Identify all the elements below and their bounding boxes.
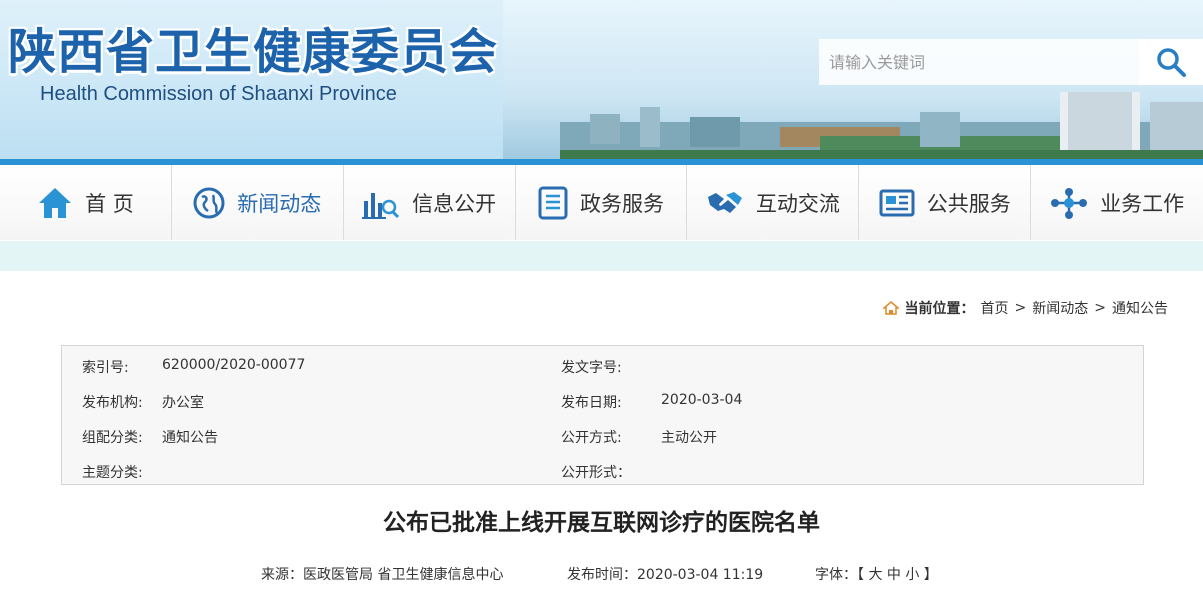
nav-item-info[interactable]: 信息公开 bbox=[343, 165, 516, 240]
topic-label: 主题分类: bbox=[82, 465, 143, 481]
nav-item-services[interactable]: 政务服务 bbox=[515, 165, 688, 240]
nav-item-label: 公共服务 bbox=[926, 191, 1011, 216]
open-mode-label: 公开方式: bbox=[561, 430, 622, 446]
article-publish-time: 发布时间：2020-03-04 11:19 bbox=[567, 567, 764, 583]
nav-item-interaction[interactable]: 互动交流 bbox=[687, 165, 860, 240]
font-size-selector[interactable]: 字体：【 大 中 小 】 bbox=[815, 564, 938, 584]
nav-item-label: 政务服务 bbox=[580, 191, 664, 216]
handshake-icon bbox=[707, 191, 742, 213]
nav-item-news[interactable]: 新闻动态 bbox=[171, 165, 344, 240]
breadcrumb: 当前位置： 首页 > 新闻动态 > 通知公告 bbox=[882, 298, 1168, 318]
nav-item-work[interactable]: 业务工作 bbox=[1031, 165, 1203, 240]
breadcrumb-separator: > bbox=[1014, 300, 1027, 316]
home-icon bbox=[882, 301, 899, 315]
newspaper-icon bbox=[879, 189, 915, 216]
nav-item-label: 互动交流 bbox=[755, 191, 840, 216]
index-value: 620000/2020-00077 bbox=[162, 357, 306, 373]
nav-item-label: 新闻动态 bbox=[237, 191, 322, 216]
breadcrumb-news-link[interactable]: 新闻动态 bbox=[1032, 298, 1088, 318]
site-header: 陕西省卫生健康委员会 Health Commission of Shaanxi … bbox=[0, 0, 1203, 162]
section-divider-band bbox=[0, 241, 1203, 271]
nav-item-label: 信息公开 bbox=[412, 191, 497, 216]
nav-item-public[interactable]: 公共服务 bbox=[859, 165, 1032, 240]
chart-search-icon bbox=[362, 192, 400, 219]
meta-row: 组配分类: 通知公告 公开方式: 主动公开 bbox=[62, 418, 1145, 453]
city-skyline-image bbox=[560, 92, 1203, 162]
org-label: 发布机构: bbox=[82, 395, 143, 411]
date-value: 2020-03-04 bbox=[661, 392, 743, 408]
document-meta-table: 索引号: 620000/2020-00077 发文字号: 发布机构: 办公室 发… bbox=[61, 345, 1144, 485]
home-icon bbox=[39, 187, 72, 218]
doc-number-label: 发文字号: bbox=[561, 360, 622, 376]
category-value: 通知公告 bbox=[162, 430, 218, 446]
globe-icon bbox=[193, 187, 225, 218]
date-label: 发布日期: bbox=[561, 395, 622, 411]
open-mode-value: 主动公开 bbox=[661, 430, 717, 446]
search-button[interactable] bbox=[1139, 39, 1203, 85]
nav-item-label: 业务工作 bbox=[1100, 191, 1185, 216]
site-subtitle: Health Commission of Shaanxi Province bbox=[40, 83, 397, 105]
article-meta: 来源：医政医管局 省卫生健康信息中心 发布时间：2020-03-04 11:19… bbox=[0, 564, 1203, 584]
meta-row: 主题分类: 公开形式： bbox=[62, 453, 1145, 488]
nav-item-label: 首 页 bbox=[85, 191, 134, 216]
nav-item-home[interactable]: 首 页 bbox=[0, 165, 172, 240]
category-label: 组配分类: bbox=[82, 430, 143, 446]
open-form-label: 公开形式： bbox=[561, 465, 631, 481]
meta-row: 索引号: 620000/2020-00077 发文字号: bbox=[62, 348, 1145, 383]
breadcrumb-home-link[interactable]: 首页 bbox=[981, 298, 1009, 318]
network-icon bbox=[1051, 187, 1088, 219]
breadcrumb-label: 当前位置： bbox=[904, 301, 975, 317]
document-list-icon bbox=[538, 186, 568, 219]
article-source: 来源：医政医管局 省卫生健康信息中心 bbox=[261, 567, 504, 583]
index-label: 索引号: bbox=[82, 360, 129, 376]
main-nav: 首 页 新闻动态 信息公开 政务服务 互动交流 公共服务 业务工作 bbox=[0, 165, 1203, 240]
search-input[interactable] bbox=[819, 39, 1139, 85]
breadcrumb-current-link[interactable]: 通知公告 bbox=[1112, 298, 1168, 318]
article-title: 公布已批准上线开展互联网诊疗的医院名单 bbox=[383, 510, 820, 536]
meta-row: 发布机构: 办公室 发布日期: 2020-03-04 bbox=[62, 383, 1145, 418]
search-icon bbox=[1157, 48, 1186, 77]
org-value: 办公室 bbox=[162, 395, 204, 411]
site-title: 陕西省卫生健康委员会 bbox=[8, 24, 499, 80]
breadcrumb-separator: > bbox=[1094, 300, 1106, 316]
